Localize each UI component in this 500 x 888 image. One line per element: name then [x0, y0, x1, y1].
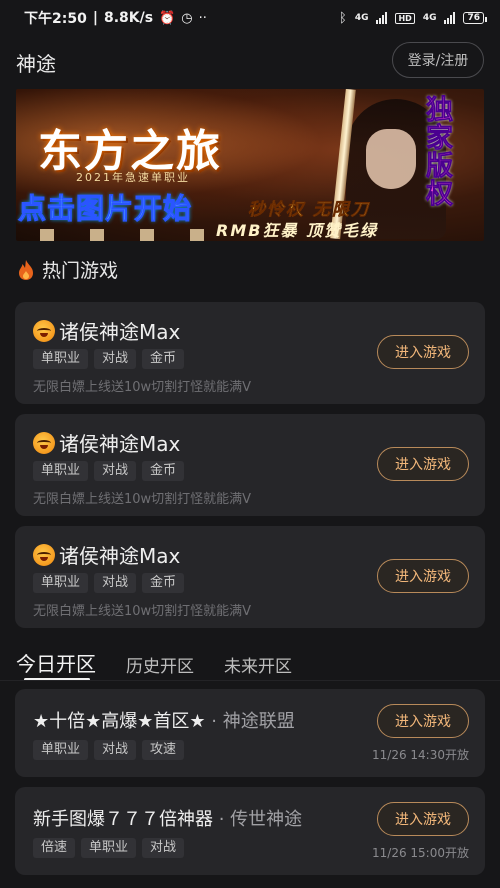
- tab-upcoming[interactable]: 未来开区: [224, 652, 292, 677]
- banner-slogan-2: RMB狂暴 顶赞毛绿: [216, 221, 379, 240]
- server-tag: 倍速: [33, 838, 76, 858]
- game-description: 无限白嫖上线送10w切割打怪就能满V: [33, 604, 252, 619]
- game-tags: 单职业 对战 金币: [33, 573, 185, 593]
- game-tags: 单职业 对战 金币: [33, 461, 185, 481]
- signal-icon-2: [444, 12, 456, 24]
- server-tag: 对战: [94, 740, 137, 760]
- login-register-button[interactable]: 登录/注册: [392, 42, 484, 78]
- network-type-2: 4G: [422, 13, 437, 23]
- banner-character-face: [366, 129, 416, 189]
- enter-game-button[interactable]: 进入游戏: [377, 559, 469, 593]
- game-card[interactable]: 诸侯神途Max 单职业 对战 金币 无限白嫖上线送10w切割打怪就能满V 进入游…: [15, 414, 485, 516]
- server-tag: 攻速: [142, 740, 185, 760]
- server-card[interactable]: 新手图爆７７７倍神器 · 传世神途 倍速 单职业 对战 进入游戏 11/26 1…: [15, 787, 485, 875]
- banner-exclusive-label: 独家版权: [426, 95, 454, 210]
- status-bar: 下午2:50 | 8.8K/s ⏰ ◷ ·· ᛒ 4G HD 4G 76: [0, 0, 500, 36]
- game-emoji-icon: [33, 543, 55, 566]
- server-open-time: 11/26 14:30开放: [372, 748, 469, 762]
- status-net-speed: 8.8K/s: [103, 10, 154, 26]
- game-tag: 金币: [142, 349, 185, 369]
- game-card-title-row: 诸侯神途Max: [33, 540, 180, 569]
- signal-icon: [376, 12, 388, 24]
- game-card[interactable]: 诸侯神途Max 单职业 对战 金币 无限白嫖上线送10w切割打怪就能满V 进入游…: [15, 526, 485, 628]
- alarm-off-icon: ⏰: [159, 10, 176, 26]
- fire-icon: [19, 259, 33, 280]
- server-name: 新手图爆７７７倍神器: [33, 809, 213, 830]
- game-tags: 单职业 对战 金币: [33, 349, 185, 369]
- bluetooth-icon: ᛒ: [339, 10, 347, 26]
- server-group: · 神途联盟: [211, 711, 295, 732]
- server-open-time: 11/26 15:00开放: [372, 846, 469, 860]
- game-tag: 对战: [94, 573, 137, 593]
- game-name: 诸侯神途Max: [59, 544, 181, 568]
- enter-game-button[interactable]: 进入游戏: [377, 802, 469, 836]
- game-emoji-icon: [33, 319, 55, 342]
- app-header: 神途 登录/注册: [0, 42, 500, 80]
- server-group: · 传世神途: [218, 809, 303, 830]
- game-description: 无限白嫖上线送10w切割打怪就能满V: [33, 492, 252, 507]
- status-time: 下午2:50: [24, 11, 87, 27]
- tab-today[interactable]: 今日开区: [16, 648, 96, 681]
- server-tag: 单职业: [33, 740, 89, 760]
- battery-icon: 76: [463, 12, 487, 24]
- game-card[interactable]: 诸侯神途Max 单职业 对战 金币 无限白嫖上线送10w切割打怪就能满V 进入游…: [15, 302, 485, 404]
- game-tag: 单职业: [33, 573, 89, 593]
- tab-history[interactable]: 历史开区: [126, 652, 194, 677]
- tab-divider: [0, 680, 500, 681]
- server-title-row: 新手图爆７７７倍神器 · 传世神途: [33, 805, 302, 831]
- status-separator: |: [92, 10, 98, 26]
- game-tag: 单职业: [33, 461, 89, 481]
- game-tag: 金币: [142, 573, 185, 593]
- server-title-row: ★十倍★高爆★首区★ · 神途联盟: [33, 707, 295, 733]
- hot-games-title: 热门游戏: [42, 260, 119, 282]
- server-tags: 倍速 单职业 对战: [33, 838, 185, 858]
- server-tabs: 今日开区 历史开区 未来开区: [16, 648, 292, 681]
- promo-banner[interactable]: 东方之旅 2021年急速单职业 点击图片开始 独家版权 秒怜权 无限刀 RMB狂…: [16, 89, 484, 241]
- banner-decor-buttons: [40, 229, 204, 241]
- game-emoji-icon: [33, 431, 55, 454]
- game-card-title-row: 诸侯神途Max: [33, 316, 180, 345]
- server-tag: 对战: [142, 838, 185, 858]
- enter-game-button[interactable]: 进入游戏: [377, 447, 469, 481]
- server-tag: 单职业: [81, 838, 137, 858]
- game-tag: 对战: [94, 461, 137, 481]
- game-name: 诸侯神途Max: [59, 320, 181, 344]
- hd-badge: HD: [395, 12, 415, 24]
- clock-icon: ◷: [181, 10, 193, 26]
- hot-games-heading: 热门游戏: [16, 256, 118, 283]
- enter-game-button[interactable]: 进入游戏: [377, 704, 469, 738]
- server-card[interactable]: ★十倍★高爆★首区★ · 神途联盟 单职业 对战 攻速 进入游戏 11/26 1…: [15, 689, 485, 777]
- server-name: ★十倍★高爆★首区★: [33, 711, 206, 732]
- server-tags: 单职业 对战 攻速: [33, 740, 185, 760]
- game-name: 诸侯神途Max: [59, 432, 181, 456]
- more-dots-icon: ··: [198, 10, 207, 26]
- enter-game-button[interactable]: 进入游戏: [377, 335, 469, 369]
- game-card-title-row: 诸侯神途Max: [33, 428, 180, 457]
- banner-cta-text: 点击图片开始: [17, 192, 193, 226]
- game-tag: 单职业: [33, 349, 89, 369]
- game-tag: 金币: [142, 461, 185, 481]
- network-type-1: 4G: [354, 13, 369, 23]
- game-tag: 对战: [94, 349, 137, 369]
- banner-subtitle: 2021年急速单职业: [76, 171, 190, 184]
- page-title: 神途: [16, 52, 56, 76]
- game-description: 无限白嫖上线送10w切割打怪就能满V: [33, 380, 252, 395]
